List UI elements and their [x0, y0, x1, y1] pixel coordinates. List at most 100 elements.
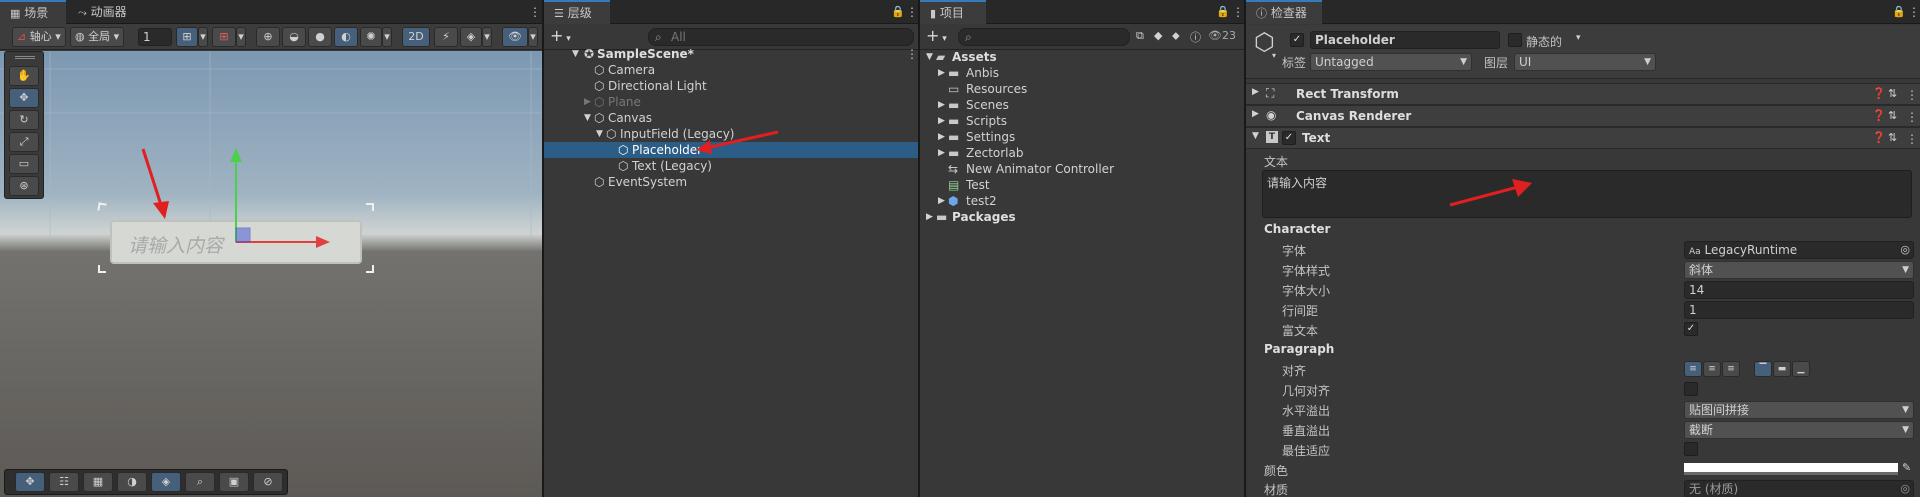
project-item-resources[interactable]: ▭ Resources: [920, 81, 1244, 97]
align-left-button[interactable]: ≡: [1684, 361, 1702, 377]
project-item-test[interactable]: ▤ Test: [920, 177, 1244, 193]
font-size-field[interactable]: 14: [1684, 281, 1914, 299]
align-bottom-button[interactable]: ▁: [1792, 361, 1810, 377]
color-swatch[interactable]: [1684, 463, 1898, 475]
object-name-field[interactable]: Placeholder: [1310, 31, 1500, 49]
align-center-button[interactable]: ≡: [1703, 361, 1721, 377]
project-menu-icon[interactable]: ⋮: [1232, 5, 1244, 19]
text-enabled-checkbox[interactable]: ✓: [1282, 131, 1296, 145]
expand-arrow-icon[interactable]: ▼: [1252, 131, 1259, 141]
rect-handle-tl[interactable]: [97, 202, 107, 212]
tab-hierarchy[interactable]: ☰ 层级: [544, 0, 610, 24]
draw-mode-shaded-button[interactable]: ●: [308, 27, 332, 47]
hierarchy-menu-icon[interactable]: ⋮: [906, 5, 918, 19]
collapse-arrow-icon[interactable]: ▶: [938, 113, 945, 129]
material-field[interactable]: 无 (材质) ◎: [1684, 480, 1914, 497]
static-checkbox[interactable]: [1508, 33, 1522, 47]
rect-handle-bl[interactable]: [98, 265, 106, 273]
component-menu-icon[interactable]: ⋮: [1906, 110, 1918, 124]
hidden-packages-icon[interactable]: 👁23: [1208, 29, 1236, 42]
overlay-move-button[interactable]: ✥: [15, 472, 45, 492]
collapse-arrow-icon[interactable]: ▶: [938, 145, 945, 161]
overlay-search-button[interactable]: ⌕: [185, 472, 215, 492]
tab-animator[interactable]: ⤳ 动画器: [68, 0, 137, 24]
2d-mode-button[interactable]: 2D: [402, 27, 430, 47]
grid-snapping-button[interactable]: ⊞: [176, 27, 198, 47]
hierarchy-search-input[interactable]: ⌕ All: [648, 28, 914, 46]
overlay-layers-button[interactable]: ◈: [151, 472, 181, 492]
preset-icon[interactable]: ⇅: [1888, 131, 1897, 144]
lock-icon[interactable]: 🔒: [891, 5, 905, 18]
collapse-arrow-icon[interactable]: ▶: [926, 209, 933, 225]
collapse-arrow-icon[interactable]: ▶: [938, 97, 945, 113]
lock-icon[interactable]: 🔒: [1892, 5, 1906, 18]
preset-icon[interactable]: ⇅: [1888, 109, 1897, 122]
line-spacing-field[interactable]: 1: [1684, 301, 1914, 319]
preset-icon[interactable]: ⇅: [1888, 87, 1897, 100]
transform-tool-button[interactable]: ⊛: [9, 176, 39, 196]
inspector-menu-icon[interactable]: ⋮: [1908, 5, 1920, 19]
add-asset-button[interactable]: + ▾: [926, 27, 947, 48]
rect-transform-header[interactable]: ▶ ⛶ Rect Transform ❓ ⇅ ⋮: [1246, 83, 1920, 105]
collapse-arrow-icon[interactable]: ▶: [938, 65, 945, 81]
draw-mode-unlit-button[interactable]: ◐: [334, 27, 358, 47]
project-item-anbis[interactable]: ▶ ▬ Anbis: [920, 65, 1244, 81]
object-picker-icon[interactable]: ◎: [1900, 481, 1910, 497]
collapse-arrow-icon[interactable]: ▶: [938, 193, 945, 209]
layer-dropdown[interactable]: UI ▼: [1514, 53, 1656, 71]
tree-item-directional-light[interactable]: ⬡ Directional Light: [544, 78, 918, 94]
effects-dropdown[interactable]: ▾: [482, 27, 492, 47]
expand-arrow-icon[interactable]: ▼: [596, 126, 603, 142]
font-field[interactable]: Aa LegacyRuntime ◎: [1684, 241, 1914, 259]
favorite-icon[interactable]: ⬥: [1172, 29, 1180, 43]
best-fit-checkbox[interactable]: [1684, 442, 1698, 456]
palette-grip-icon[interactable]: [15, 56, 35, 59]
tree-item-text-legacy[interactable]: ⬡ Text (Legacy): [544, 158, 918, 174]
scene-viewport[interactable]: 请输入内容 ✋ ✥ ↻ ⤢ ▭ ⊛ ✥ ☷ ▦ ◑ ◈ ⌕ ▣ ⊘: [0, 51, 542, 497]
component-menu-icon[interactable]: ⋮: [1906, 88, 1918, 102]
tree-item-eventsystem[interactable]: ⬡ EventSystem: [544, 174, 918, 190]
rect-handle-tr[interactable]: [366, 203, 374, 211]
draw-mode-wire-button[interactable]: ⊕: [256, 27, 280, 47]
move-tool-button[interactable]: ✥: [9, 88, 39, 108]
align-right-button[interactable]: ≡: [1722, 361, 1740, 377]
overlay-shading-button[interactable]: ◑: [117, 472, 147, 492]
collapse-arrow-icon[interactable]: ▶: [1252, 109, 1259, 119]
tree-item-plane[interactable]: ▶ ⬡ Plane: [544, 94, 918, 110]
draw-mode-shaded-wire-button[interactable]: ◒: [282, 27, 306, 47]
debug-draw-dropdown[interactable]: ▾: [382, 27, 392, 47]
tab-inspector[interactable]: ⓘ 检查器: [1246, 0, 1322, 24]
v-overflow-dropdown[interactable]: 截断 ▼: [1684, 421, 1914, 439]
project-item-scripts[interactable]: ▶ ▬ Scripts: [920, 113, 1244, 129]
rich-text-checkbox[interactable]: ✓: [1684, 322, 1698, 336]
tree-item-canvas[interactable]: ▼ ⬡ Canvas: [544, 110, 918, 126]
eyedropper-icon[interactable]: ✎: [1902, 461, 1911, 474]
static-dropdown-arrow[interactable]: ▾: [1576, 33, 1581, 43]
info-icon[interactable]: ⓘ: [1190, 29, 1201, 45]
rect-handle-br[interactable]: [366, 265, 374, 273]
rect-tool-button[interactable]: ▭: [9, 154, 39, 174]
tree-item-camera[interactable]: ⬡ Camera: [544, 62, 918, 78]
project-item-zectorlab[interactable]: ▶ ▬ Zectorlab: [920, 145, 1244, 161]
search-by-label-icon[interactable]: ◆: [1154, 29, 1162, 42]
icon-dropdown-arrow[interactable]: ▾: [1272, 51, 1276, 60]
font-style-dropdown[interactable]: 斜体 ▼: [1684, 261, 1914, 279]
object-picker-icon[interactable]: ◎: [1900, 242, 1910, 258]
align-by-geometry-checkbox[interactable]: [1684, 382, 1698, 396]
tag-dropdown[interactable]: Untagged ▼: [1310, 53, 1472, 71]
expand-arrow-icon[interactable]: ▼: [584, 110, 591, 126]
tree-item-scene[interactable]: ▼ ✪ SampleScene* ⋮: [544, 46, 918, 62]
active-checkbox[interactable]: ✓: [1290, 33, 1304, 47]
lock-icon[interactable]: 🔒: [1216, 5, 1230, 18]
help-icon[interactable]: ❓: [1872, 131, 1886, 144]
scene-menu-icon[interactable]: ⋮: [529, 5, 541, 19]
global-dropdown[interactable]: ◍ 全局 ▾: [70, 27, 124, 47]
help-icon[interactable]: ❓: [1872, 87, 1886, 100]
collapse-arrow-icon[interactable]: ▶: [1252, 87, 1259, 97]
tab-scene[interactable]: ▦ 场景: [0, 0, 66, 24]
pivot-dropdown[interactable]: ⊿ 轴心 ▾: [12, 27, 66, 47]
lighting-toggle-button[interactable]: ⚡: [434, 27, 458, 47]
align-top-button[interactable]: ▔: [1754, 361, 1772, 377]
scene-menu-icon[interactable]: ⋮: [906, 47, 918, 61]
expand-arrow-icon[interactable]: ▼: [572, 46, 579, 62]
